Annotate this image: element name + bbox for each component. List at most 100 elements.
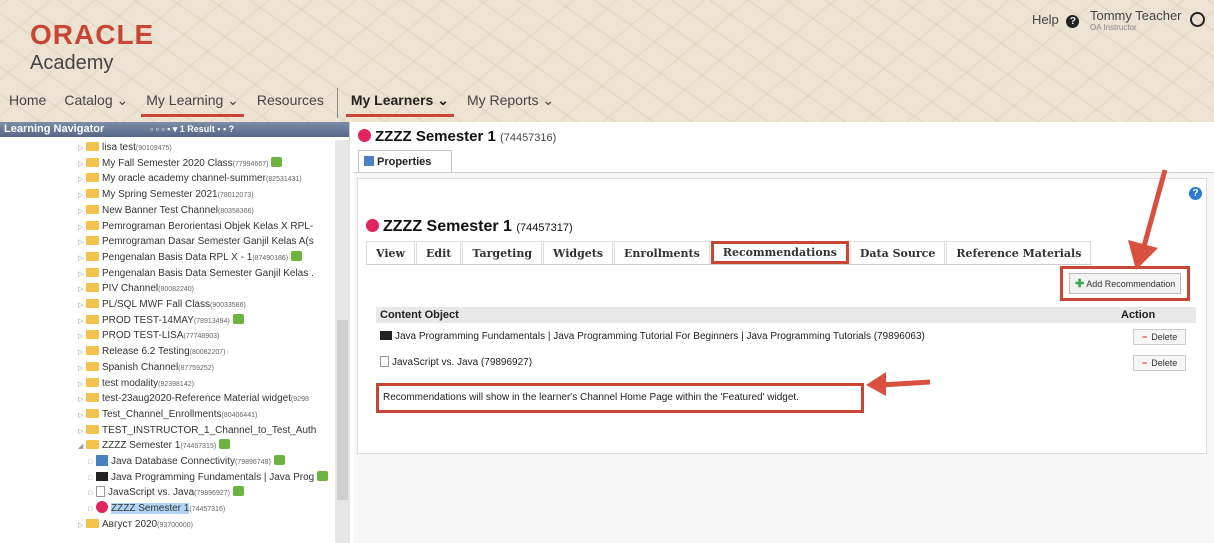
tree-node[interactable]: □ ZZZZ Semester 1(74457316)	[88, 501, 225, 517]
tree-node[interactable]: ▷ New Banner Test Channel(80358366)	[78, 203, 254, 219]
tree-toggle-icon[interactable]: ▷	[78, 377, 86, 393]
nav-my-learning[interactable]: My Learning ⌄	[137, 89, 248, 117]
tree-node[interactable]: ▷ TEST_INSTRUCTOR_1_Channel_to_Test_Auth	[78, 423, 316, 439]
tree-toggle-icon[interactable]: ◢	[78, 439, 86, 455]
tree-node[interactable]: ▷ Pemrograman Berorientasi Objek Kelas X …	[78, 219, 313, 235]
info-icon[interactable]: ?	[1189, 187, 1202, 200]
tree-toggle-icon[interactable]: ▷	[78, 408, 86, 424]
add-recommendation-label: Add Recommendation	[1086, 279, 1176, 289]
nav-my-learners[interactable]: My Learners ⌄	[342, 89, 458, 117]
tab-edit[interactable]: Edit	[416, 241, 462, 264]
tree-toggle-icon[interactable]: ▷	[78, 141, 86, 157]
tree-toggle-icon[interactable]: □	[88, 455, 96, 471]
video-icon	[380, 331, 392, 340]
tab-widgets[interactable]: Widgets	[543, 241, 614, 264]
launch-icon[interactable]	[232, 486, 244, 497]
page-title-id: (74457316)	[500, 132, 557, 144]
tree-node-label: Java Programming Fundamentals | Java Pro…	[111, 471, 315, 483]
folder-icon	[86, 204, 99, 214]
video-icon	[96, 471, 108, 481]
user-avatar-icon[interactable]	[1190, 12, 1205, 27]
tree-toggle-icon[interactable]: ▷	[78, 329, 86, 345]
oracle-academy-logo[interactable]: ORACLE Academy	[30, 20, 154, 76]
folder-icon	[86, 518, 99, 528]
delete-button[interactable]: − Delete	[1133, 329, 1187, 345]
add-recommendation-button[interactable]: ✚ Add Recommendation	[1069, 273, 1182, 294]
nav-home[interactable]: Home	[0, 89, 55, 117]
launch-icon[interactable]	[219, 439, 231, 450]
tab-view[interactable]: View	[366, 241, 415, 264]
navigator-toolbar[interactable]: ▫ ▫ ▫ ▪ ▾ 1 Result ▪ ▪ ?	[150, 122, 234, 137]
tree-node[interactable]: ◢ ZZZZ Semester 1(74457315)	[78, 438, 231, 455]
tree-toggle-icon[interactable]: ▷	[78, 298, 86, 314]
tree-node[interactable]: ▷ My oracle academy channel-summer(825314…	[78, 171, 302, 187]
delete-button[interactable]: − Delete	[1133, 355, 1187, 371]
help-link[interactable]: Help ?	[1032, 12, 1080, 28]
tree-toggle-icon[interactable]: ▷	[78, 392, 86, 408]
tree-toggle-icon[interactable]: ▷	[78, 267, 86, 283]
tree-toggle-icon[interactable]: ▷	[78, 345, 86, 361]
nav-catalog[interactable]: Catalog ⌄	[55, 89, 137, 117]
tree-toggle-icon[interactable]: □	[88, 502, 96, 518]
tab-reference-materials[interactable]: Reference Materials	[946, 241, 1092, 264]
launch-icon[interactable]	[271, 156, 283, 167]
tree-node[interactable]: ▷ Release 6.2 Testing(80082207)	[78, 344, 225, 360]
tree-node[interactable]: ▷ Август 2020(93700000)	[78, 517, 193, 533]
tree-node-label: test modality	[102, 377, 159, 389]
tree-node[interactable]: ▷ PIV Channel(80082240)	[78, 281, 194, 297]
tab-data-source[interactable]: Data Source	[849, 241, 946, 264]
tab-enrollments[interactable]: Enrollments	[614, 241, 710, 264]
tree-node[interactable]: ▷ test-23aug2020-Reference Material widge…	[78, 391, 309, 407]
launch-icon[interactable]	[291, 250, 303, 261]
launch-icon[interactable]	[317, 470, 329, 481]
launch-icon[interactable]	[232, 313, 244, 324]
tree-node-label: My Fall Semester 2020 Class	[102, 157, 233, 169]
user-menu[interactable]: Tommy Teacher OA Instructor	[1090, 8, 1182, 32]
tree-toggle-icon[interactable]: ▷	[78, 157, 86, 173]
tree-node-id: (80406441)	[221, 411, 258, 419]
tree-node-label: Pengenalan Basis Data Semester Ganjil Ke…	[102, 267, 314, 279]
tree-toggle-icon[interactable]: ▷	[78, 282, 86, 298]
tree-toggle-icon[interactable]: ▷	[78, 220, 86, 236]
tree-toggle-icon[interactable]: ▷	[78, 235, 86, 251]
tree-node-id: (80358366)	[218, 207, 254, 215]
scrollbar-thumb[interactable]	[337, 320, 348, 500]
launch-icon[interactable]	[273, 455, 285, 465]
tree-node[interactable]: ▷ Pengenalan Basis Data Semester Ganjil K…	[78, 266, 314, 282]
tree-node[interactable]: ▷ PROD TEST-14MAY(78913494)	[78, 313, 244, 329]
tree-toggle-icon[interactable]: ▷	[78, 188, 86, 204]
tree-node[interactable]: ▷ PL/SQL MWF Fall Class(90033586)	[78, 297, 246, 313]
tree-node[interactable]: ▷ Test_Channel_Enrollments(80406441)	[78, 407, 257, 423]
tree-node[interactable]: ▷ Pemrograman Dasar Semester Ganjil Kelas…	[78, 234, 314, 250]
tree-node[interactable]: □ Java Programming Fundamentals | Java Pr…	[88, 470, 329, 487]
tree-toggle-icon[interactable]: ▷	[78, 314, 86, 330]
tree-toggle-icon[interactable]: ▷	[78, 518, 86, 534]
tree-node[interactable]: ▷ My Fall Semester 2020 Class(77994667)	[78, 156, 283, 173]
tree-node-label: My Spring Semester 2021	[102, 189, 218, 201]
tree-node[interactable]: ▷ lisa test(90109475)	[78, 140, 172, 156]
header: ORACLE Academy Help ? Tommy Teacher OA I…	[0, 0, 1214, 122]
nav-resources[interactable]: Resources	[248, 89, 333, 117]
folder-icon	[86, 440, 99, 450]
tree-node[interactable]: ▷ test modality(92398142)	[78, 376, 194, 392]
tree-toggle-icon[interactable]: ▷	[78, 361, 86, 377]
tree-node[interactable]: ▷ My Spring Semester 2021(78012073)	[78, 187, 253, 203]
tree-node[interactable]: □ Java Database Connectivity(79896748)	[88, 454, 285, 470]
tab-properties[interactable]: Properties	[358, 150, 452, 172]
navigator-scrollbar[interactable]	[335, 140, 350, 543]
redo-icon	[96, 501, 108, 514]
tab-targeting[interactable]: Targeting	[462, 241, 543, 264]
tree-node[interactable]: □ JavaScript vs. Java(79896927)	[88, 485, 244, 501]
tree-node[interactable]: ▷ Spanish Channel(87759252)	[78, 360, 214, 376]
tree-node[interactable]: ▷ PROD TEST-LISA(77748903)	[78, 328, 219, 344]
tree-node-id: (80082240)	[158, 286, 194, 294]
tree-toggle-icon[interactable]: ▷	[78, 204, 86, 220]
tree-toggle-icon[interactable]: □	[88, 486, 96, 502]
tree-toggle-icon[interactable]: ▷	[78, 251, 86, 267]
tree-toggle-icon[interactable]: ▷	[78, 172, 86, 188]
tree-node[interactable]: ▷ Pengenalan Basis Data RPL X - 1(8749018…	[78, 250, 303, 267]
tree-toggle-icon[interactable]: □	[88, 471, 96, 487]
tree-toggle-icon[interactable]: ▷	[78, 424, 86, 440]
tab-recommendations[interactable]: Recommendations	[710, 241, 849, 264]
nav-my-reports[interactable]: My Reports ⌄	[458, 89, 563, 117]
